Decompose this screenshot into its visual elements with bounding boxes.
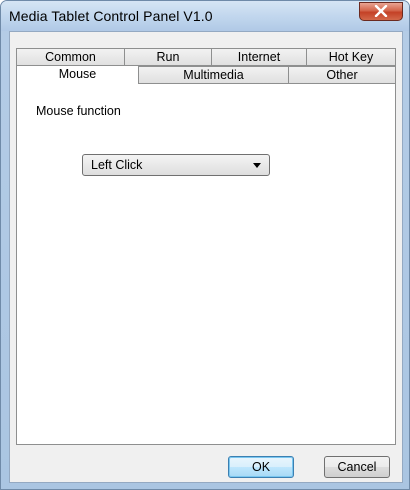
title-bar: Media Tablet Control Panel V1.0 (1, 1, 409, 31)
mouse-function-label: Mouse function (36, 104, 121, 118)
mouse-tab-panel (16, 83, 396, 445)
tab-internet[interactable]: Internet (211, 48, 307, 66)
tab-other[interactable]: Other (288, 66, 396, 84)
tab-hot-key[interactable]: Hot Key (306, 48, 396, 66)
cancel-button[interactable]: Cancel (324, 456, 390, 478)
close-button[interactable] (359, 2, 403, 21)
dialog-window: Media Tablet Control Panel V1.0 Common R… (0, 0, 410, 490)
tab-common[interactable]: Common (16, 48, 125, 66)
mouse-function-value: Left Click (91, 158, 143, 172)
dialog-client-area: Common Run Internet Hot Key Mouse Multim… (9, 31, 403, 483)
tab-multimedia[interactable]: Multimedia (138, 66, 289, 84)
close-icon (374, 5, 388, 17)
chevron-down-icon (253, 163, 261, 168)
mouse-function-select[interactable]: Left Click (82, 154, 270, 176)
tab-mouse[interactable]: Mouse (16, 65, 139, 84)
ok-button[interactable]: OK (228, 456, 294, 478)
window-title: Media Tablet Control Panel V1.0 (9, 8, 213, 24)
tab-run[interactable]: Run (124, 48, 212, 66)
